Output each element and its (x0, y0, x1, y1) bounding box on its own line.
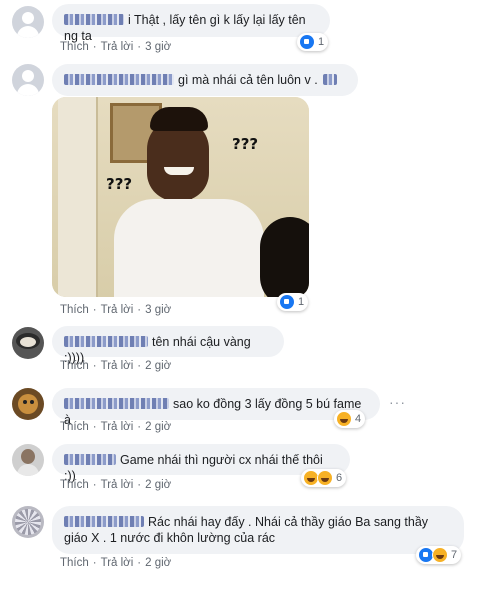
like-button[interactable]: Thích (60, 41, 89, 53)
haha-icon (432, 547, 448, 563)
reaction-count[interactable]: 1 (277, 293, 309, 311)
reply-button[interactable]: Trả lời (101, 479, 134, 491)
avatar[interactable] (12, 64, 44, 96)
meme-caption: ??? (232, 135, 259, 153)
reaction-count[interactable]: 1 (297, 33, 329, 51)
author-name[interactable] (64, 336, 148, 347)
reply-button[interactable]: Trả lời (101, 41, 134, 53)
author-name[interactable] (64, 14, 124, 25)
haha-icon (317, 470, 333, 486)
comment-bubble: tên nhái cậu vàng :)))) (52, 326, 284, 365)
reaction-count[interactable]: 4 (334, 410, 366, 428)
author-name[interactable] (64, 398, 169, 409)
haha-icon (336, 411, 352, 427)
comment-text: giáo X . 1 nước đi khôn lường của rác (64, 531, 276, 545)
timestamp[interactable]: 3 giờ (145, 304, 171, 316)
like-button[interactable]: Thích (60, 360, 89, 372)
comment-bubble: gì mà nhái cả tên luôn v . (52, 64, 358, 96)
like-icon (299, 34, 315, 50)
timestamp[interactable]: 2 giờ (145, 360, 171, 372)
reply-button[interactable]: Trả lời (101, 360, 134, 372)
avatar[interactable] (12, 506, 44, 538)
like-button[interactable]: Thích (60, 421, 89, 433)
author-name[interactable] (64, 454, 116, 465)
comment-bubble: sao ko đồng 3 lấy đồng 5 bú fame à (52, 388, 380, 427)
reply-button[interactable]: Trả lời (101, 421, 134, 433)
like-button[interactable]: Thích (60, 304, 89, 316)
comment-bubble: i Thật , lấy tên gì k lấy lại lấy tên ng… (52, 4, 330, 43)
reaction-count[interactable]: 6 (301, 469, 347, 487)
comment-actions: Thích · Trả lời · 2 giờ (60, 479, 172, 491)
comment-actions: Thích · Trả lời · 3 giờ (60, 304, 172, 316)
timestamp[interactable]: 2 giờ (145, 479, 171, 491)
timestamp[interactable]: 2 giờ (145, 557, 171, 569)
avatar[interactable] (12, 327, 44, 359)
like-button[interactable]: Thích (60, 479, 89, 491)
comment-actions: Thích · Trả lời · 2 giờ (60, 360, 172, 372)
like-icon (279, 294, 295, 310)
comment-text: Rác nhái hay đấy . Nhái cả thầy giáo Ba … (148, 515, 429, 529)
comment-text: gì mà nhái cả tên luôn v . (178, 73, 318, 87)
author-name[interactable] (64, 516, 144, 527)
more-options-icon[interactable]: ··· (389, 394, 406, 410)
comment-bubble: Rác nhái hay đấy . Nhái cả thầy giáo Ba … (52, 506, 464, 554)
author-name[interactable] (64, 74, 174, 85)
reply-button[interactable]: Trả lời (101, 557, 134, 569)
comment-actions: Thích · Trả lời · 3 giờ (60, 41, 172, 53)
avatar[interactable] (12, 6, 44, 38)
avatar[interactable] (12, 444, 44, 476)
like-button[interactable]: Thích (60, 557, 89, 569)
timestamp[interactable]: 3 giờ (145, 41, 171, 53)
avatar[interactable] (12, 388, 44, 420)
timestamp[interactable]: 2 giờ (145, 421, 171, 433)
meme-caption: ??? (106, 175, 133, 193)
meme-image[interactable]: ??? ??? (52, 97, 309, 297)
comment-actions: Thích · Trả lời · 2 giờ (60, 557, 172, 569)
reaction-count[interactable]: 7 (416, 546, 462, 564)
comment-actions: Thích · Trả lời · 2 giờ (60, 421, 172, 433)
reply-button[interactable]: Trả lời (101, 304, 134, 316)
